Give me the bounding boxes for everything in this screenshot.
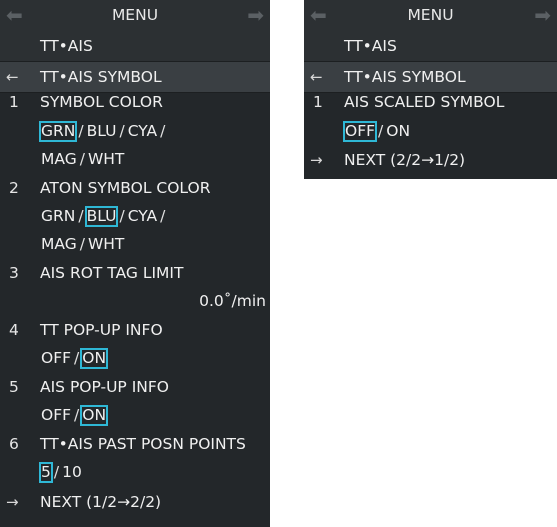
next-page-item[interactable]: → NEXT (1/2→2/2) [0, 487, 270, 517]
option-off[interactable]: OFF [40, 349, 72, 368]
option-on-selected[interactable]: ON [80, 347, 109, 369]
menu-panel-page-2: ⬅ MENU ➡ TT•AIS ← TT•AIS SYMBOL 1 AIS SC… [304, 0, 557, 179]
option-mag[interactable]: MAG [40, 150, 78, 169]
next-page-label: NEXT (1/2→2/2) [40, 493, 162, 511]
option-cya[interactable]: CYA [127, 122, 158, 141]
item-number: 4 [9, 321, 19, 339]
tt-popup-options-row: OFF / ON [40, 347, 109, 369]
aton-color-options-row-1: GRN / BLU / CYA / [40, 205, 166, 227]
section-header-label: TT•AIS [40, 37, 93, 55]
menu-item-ais-rot-tag-limit[interactable]: 3 AIS ROT TAG LIMIT [0, 258, 270, 288]
option-wht[interactable]: WHT [87, 235, 125, 254]
item-number: 1 [313, 93, 323, 111]
item-label: AIS SCALED SYMBOL [344, 93, 505, 111]
scaled-symbol-options-row: OFF / ON [342, 120, 411, 142]
option-wht[interactable]: WHT [87, 150, 125, 169]
back-menu-label: TT•AIS SYMBOL [40, 68, 162, 86]
section-header-label: TT•AIS [344, 37, 397, 55]
arrow-right-icon[interactable]: ➡ [534, 3, 551, 27]
menu-item-aton-symbol-color[interactable]: 2 ATON SYMBOL COLOR [0, 173, 270, 203]
menu-title: MENU [111, 6, 159, 24]
item-number: 6 [9, 435, 19, 453]
symbol-color-options-row-1: GRN / BLU / CYA / [38, 120, 166, 142]
rot-tag-limit-value[interactable]: 0.0˚/min [199, 292, 266, 310]
option-on[interactable]: ON [385, 122, 411, 141]
menu-item-ais-scaled-symbol[interactable]: 1 AIS SCALED SYMBOL [304, 87, 557, 117]
option-grn-selected[interactable]: GRN [38, 120, 78, 142]
symbol-color-options-row-2: MAG / WHT [40, 149, 125, 169]
arrow-left-icon: ← [6, 68, 19, 86]
menu-title-bar: ⬅ MENU ➡ [0, 0, 270, 33]
option-off[interactable]: OFF [40, 406, 72, 425]
option-cya[interactable]: CYA [127, 207, 158, 226]
menu-item-symbol-color[interactable]: 1 SYMBOL COLOR [0, 87, 270, 117]
option-on-selected[interactable]: ON [80, 404, 109, 426]
item-label: ATON SYMBOL COLOR [40, 179, 211, 197]
item-number: 1 [9, 93, 19, 111]
item-label: TT•AIS PAST POSN POINTS [40, 435, 246, 453]
arrow-right-icon: → [6, 493, 19, 511]
menu-title-bar: ⬅ MENU ➡ [304, 0, 557, 33]
option-blu-selected[interactable]: BLU [84, 205, 119, 227]
item-number: 2 [9, 179, 19, 197]
aton-color-options-row-2: MAG / WHT [40, 234, 125, 254]
arrow-right-icon: → [310, 151, 323, 169]
menu-panel-page-1: ⬅ MENU ➡ TT•AIS ← TT•AIS SYMBOL 1 SYMBOL… [0, 0, 270, 527]
option-5-selected[interactable]: 5 [39, 461, 53, 483]
ais-popup-options-row: OFF / ON [40, 404, 109, 426]
menu-item-past-posn-points[interactable]: 6 TT•AIS PAST POSN POINTS [0, 429, 270, 459]
menu-section-header: TT•AIS [0, 31, 270, 62]
item-label: AIS POP-UP INFO [40, 378, 169, 396]
next-page-label: NEXT (2/2→1/2) [344, 151, 466, 169]
past-posn-options-row: 5/10 [39, 461, 83, 483]
option-blu[interactable]: BLU [86, 122, 118, 141]
arrow-right-icon[interactable]: ➡ [247, 3, 264, 27]
menu-title: MENU [407, 6, 454, 24]
item-number: 3 [9, 264, 19, 282]
menu-item-ais-popup-info[interactable]: 5 AIS POP-UP INFO [0, 372, 270, 402]
item-number: 5 [9, 378, 19, 396]
rot-tag-limit-value-row: 0.0˚/min [0, 286, 270, 316]
menu-item-tt-popup-info[interactable]: 4 TT POP-UP INFO [0, 315, 270, 345]
back-menu-label: TT•AIS SYMBOL [344, 68, 466, 86]
option-off-selected[interactable]: OFF [342, 120, 378, 142]
menu-section-header: TT•AIS [304, 31, 557, 62]
option-grn[interactable]: GRN [40, 207, 76, 226]
arrow-left-icon: ← [310, 68, 323, 86]
item-label: TT POP-UP INFO [40, 321, 163, 339]
item-label: AIS ROT TAG LIMIT [40, 264, 184, 282]
item-label: SYMBOL COLOR [40, 93, 163, 111]
option-mag[interactable]: MAG [40, 235, 78, 254]
option-10[interactable]: 10 [61, 463, 83, 482]
next-page-item[interactable]: → NEXT (2/2→1/2) [304, 145, 557, 175]
